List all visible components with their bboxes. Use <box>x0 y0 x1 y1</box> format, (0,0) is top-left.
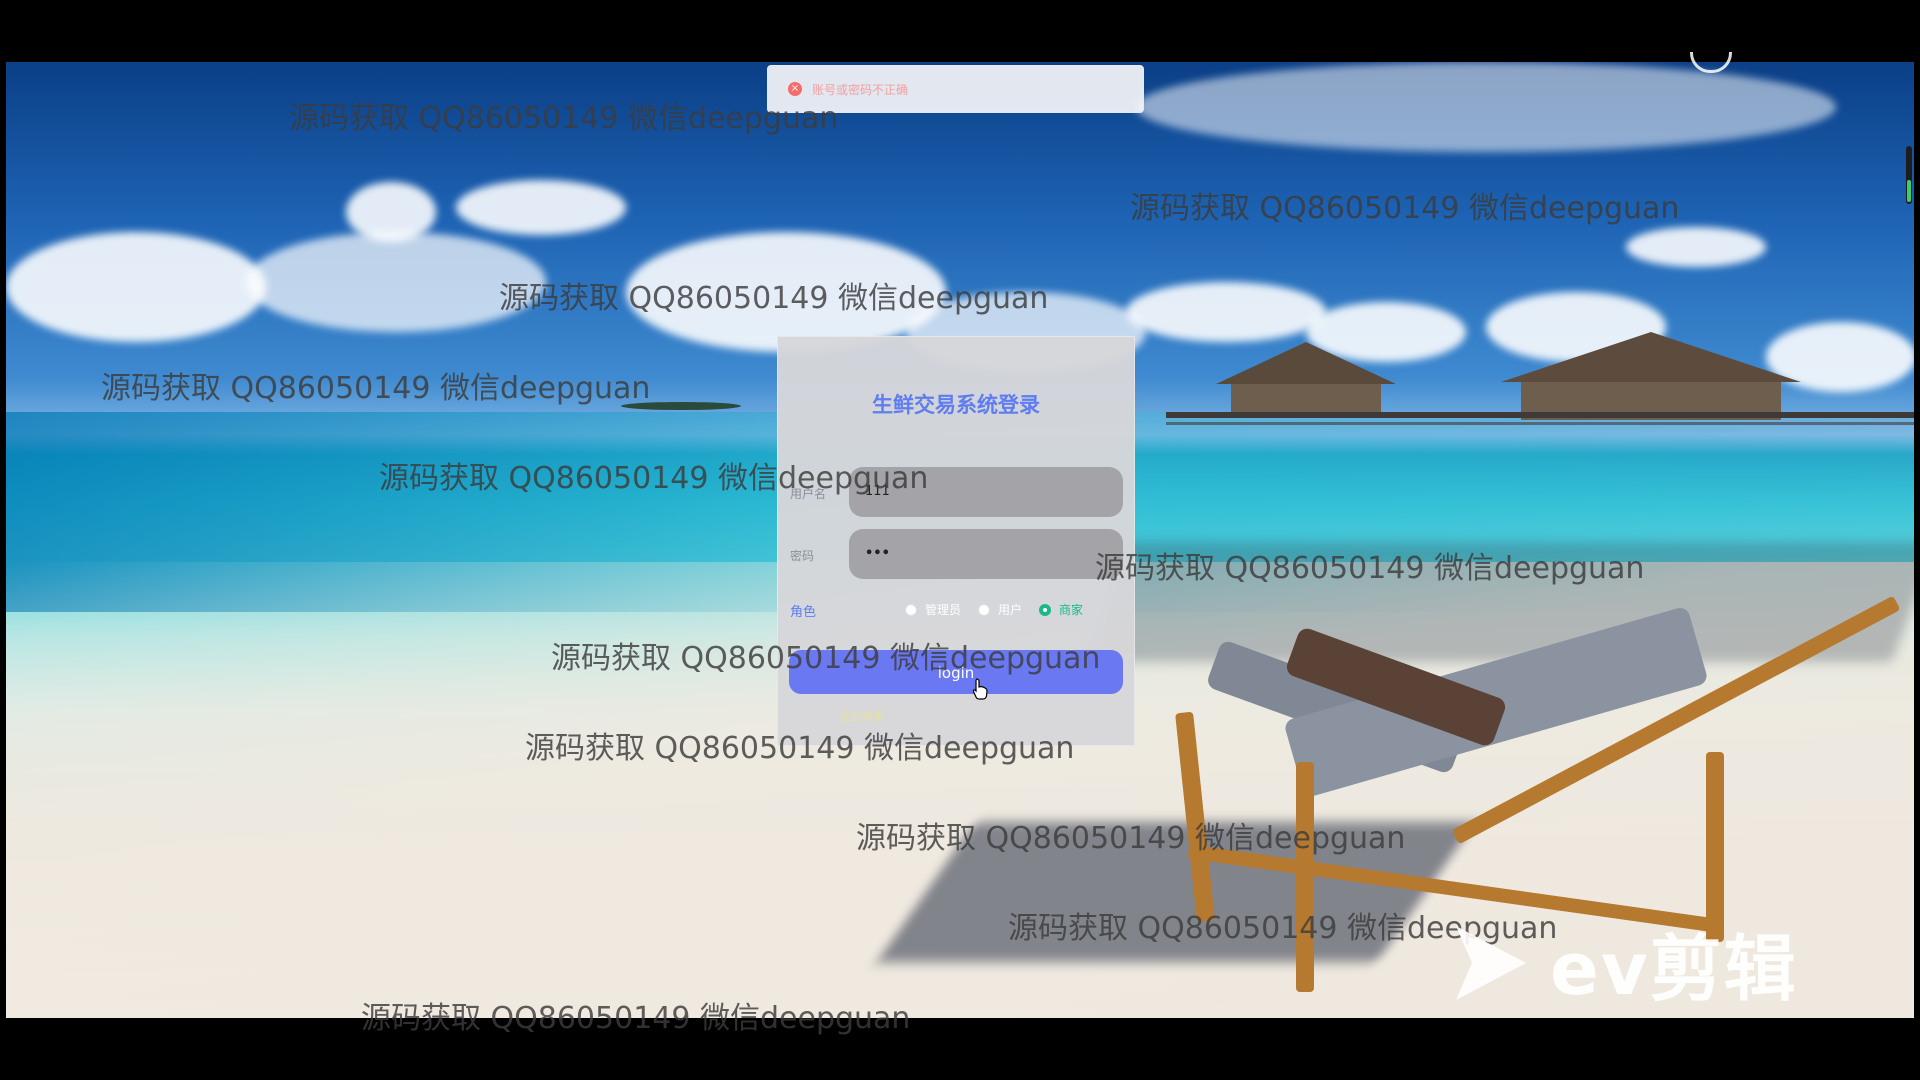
login-panel: 生鲜交易系统登录 用户名 111 密码 ••• 角色 管理员 用户 商家 log… <box>777 336 1135 746</box>
username-input[interactable]: 111 <box>849 467 1123 517</box>
role-radio-merchant-label[interactable]: 商家 <box>1059 601 1083 618</box>
register-merchant-link[interactable]: 注册商家 <box>840 708 884 724</box>
role-label: 角色 <box>790 605 817 620</box>
error-circle-icon: × <box>788 82 802 96</box>
password-label: 密码 <box>790 549 815 563</box>
username-label: 用户名 <box>790 487 827 501</box>
logo-text: ev剪辑 <box>1550 927 1798 1011</box>
role-radio-user-label[interactable]: 用户 <box>998 601 1022 618</box>
login-title: 生鲜交易系统登录 <box>872 393 1040 417</box>
hand-cursor-icon <box>972 678 988 700</box>
error-toast: × 账号或密码不正确 <box>767 65 1144 113</box>
scrollbar-thumb[interactable] <box>1907 180 1911 202</box>
role-radio-admin-label[interactable]: 管理员 <box>925 601 961 618</box>
play-triangle-icon <box>1456 925 1526 1000</box>
role-radio-group: 管理员 用户 商家 <box>905 601 1100 618</box>
toast-message: 账号或密码不正确 <box>812 82 909 97</box>
login-button[interactable]: login <box>789 650 1123 694</box>
ev-editor-logo: ev剪辑 <box>1450 910 1798 1015</box>
role-radio-merchant[interactable] <box>1039 603 1052 616</box>
password-input[interactable]: ••• <box>849 529 1123 579</box>
role-radio-user[interactable] <box>978 603 991 616</box>
role-radio-admin[interactable] <box>905 603 917 616</box>
